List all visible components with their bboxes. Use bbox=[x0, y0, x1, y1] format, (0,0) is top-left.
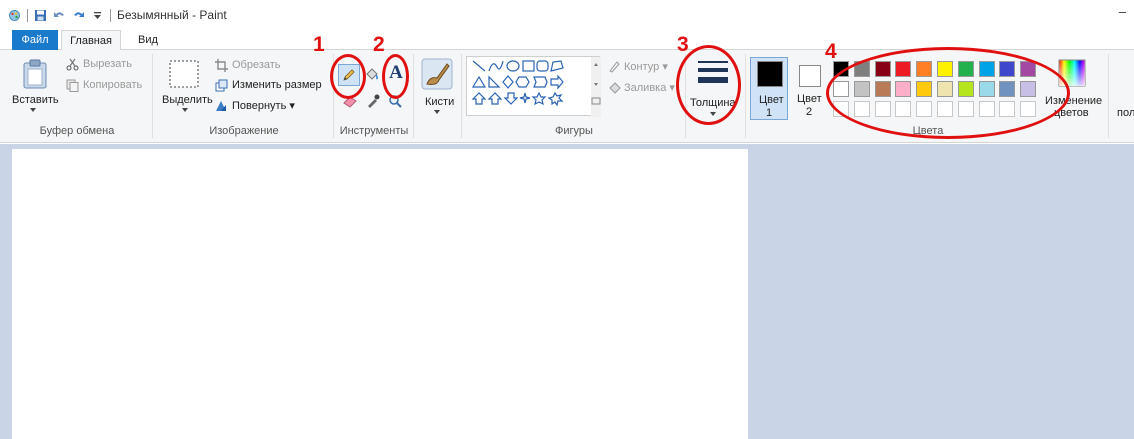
select-icon[interactable] bbox=[169, 60, 199, 88]
qat-separator bbox=[110, 8, 111, 22]
rotate-icon bbox=[216, 101, 226, 111]
resize-button[interactable]: Изменить размер bbox=[232, 79, 322, 91]
group-divider bbox=[152, 54, 153, 138]
crop-button[interactable]: Обрезать bbox=[232, 59, 281, 71]
customize-qat-dropdown-icon[interactable] bbox=[91, 9, 104, 22]
rotate-button[interactable]: Повернуть ▾ bbox=[232, 99, 295, 112]
qat-separator bbox=[27, 8, 28, 22]
color1-label: Цвет bbox=[759, 94, 784, 106]
scissors-icon bbox=[66, 58, 79, 71]
brushes-icon[interactable] bbox=[421, 58, 453, 90]
paint-app-icon[interactable] bbox=[8, 9, 21, 22]
shapes-group-label: Фигуры bbox=[555, 125, 593, 137]
window-title: Безымянный - Paint bbox=[117, 8, 227, 22]
select-button[interactable]: Выделить bbox=[162, 94, 213, 106]
copy-icon bbox=[66, 79, 79, 92]
annotation-circle bbox=[382, 54, 409, 99]
paste-icon[interactable] bbox=[22, 59, 48, 89]
tab-file[interactable]: Файл bbox=[12, 30, 58, 50]
annotation-number: 1 bbox=[313, 33, 325, 56]
group-divider bbox=[413, 54, 414, 138]
annotation-number: 2 bbox=[373, 33, 385, 56]
annotation-number: 4 bbox=[825, 40, 837, 63]
color2-button[interactable]: Цвет 2 bbox=[794, 57, 828, 120]
fill-label: Заливка bbox=[624, 82, 667, 94]
color1-button[interactable]: Цвет 1 bbox=[750, 57, 788, 120]
title-bar: Безымянный - Paint – bbox=[0, 0, 1134, 30]
paste-button[interactable]: Вставить bbox=[12, 94, 59, 106]
tab-home[interactable]: Главная bbox=[61, 30, 121, 51]
shapes-gallery[interactable] bbox=[466, 56, 601, 117]
group-divider bbox=[1108, 54, 1109, 138]
crop-icon bbox=[215, 59, 228, 72]
paste-dropdown-arrow-icon[interactable] bbox=[30, 108, 36, 112]
quick-access-toolbar: Безымянный - Paint bbox=[8, 8, 227, 22]
fill-icon bbox=[609, 82, 621, 94]
drawing-canvas[interactable] bbox=[12, 149, 748, 439]
annotation-circle bbox=[676, 45, 741, 125]
color2-number: 2 bbox=[806, 106, 813, 118]
minimize-button[interactable]: – bbox=[1119, 4, 1126, 19]
outline-label: Контур bbox=[624, 61, 660, 73]
outline-button[interactable]: Контур ▾ bbox=[624, 60, 668, 73]
shapes-gallery-icons bbox=[471, 57, 601, 117]
color2-label: Цвет bbox=[797, 93, 822, 105]
outline-icon bbox=[609, 61, 620, 73]
save-icon[interactable] bbox=[34, 9, 47, 22]
cut-button[interactable]: Вырезать bbox=[83, 58, 132, 70]
color2-swatch bbox=[799, 65, 821, 87]
fill-button[interactable]: Заливка ▾ bbox=[624, 81, 675, 94]
rotate-label: Повернуть bbox=[232, 100, 287, 112]
undo-icon[interactable] bbox=[53, 9, 66, 22]
tab-view[interactable]: Вид bbox=[138, 30, 158, 50]
brushes-dropdown-arrow-icon[interactable] bbox=[434, 110, 440, 114]
select-dropdown-arrow-icon[interactable] bbox=[182, 108, 188, 112]
annotation-circle bbox=[330, 54, 366, 99]
resize-icon bbox=[215, 79, 228, 92]
copy-button[interactable]: Копировать bbox=[83, 79, 142, 91]
image-group-label: Изображение bbox=[209, 125, 279, 137]
brushes-button[interactable]: Кисти bbox=[425, 96, 454, 108]
group-divider bbox=[461, 54, 462, 138]
clipboard-group-label: Буфер обмена bbox=[39, 125, 115, 137]
group-divider bbox=[745, 54, 746, 138]
color1-number: 1 bbox=[766, 107, 773, 119]
paint3d-button-cut[interactable]: пол bbox=[1117, 107, 1134, 119]
tools-group-label: Инструменты bbox=[339, 125, 409, 137]
canvas-workspace bbox=[0, 144, 1134, 439]
annotation-ellipse bbox=[826, 47, 1070, 139]
redo-icon[interactable] bbox=[72, 9, 85, 22]
color1-swatch bbox=[757, 61, 783, 87]
fill-bucket-icon[interactable] bbox=[364, 66, 380, 82]
color-picker-icon[interactable] bbox=[366, 94, 380, 108]
